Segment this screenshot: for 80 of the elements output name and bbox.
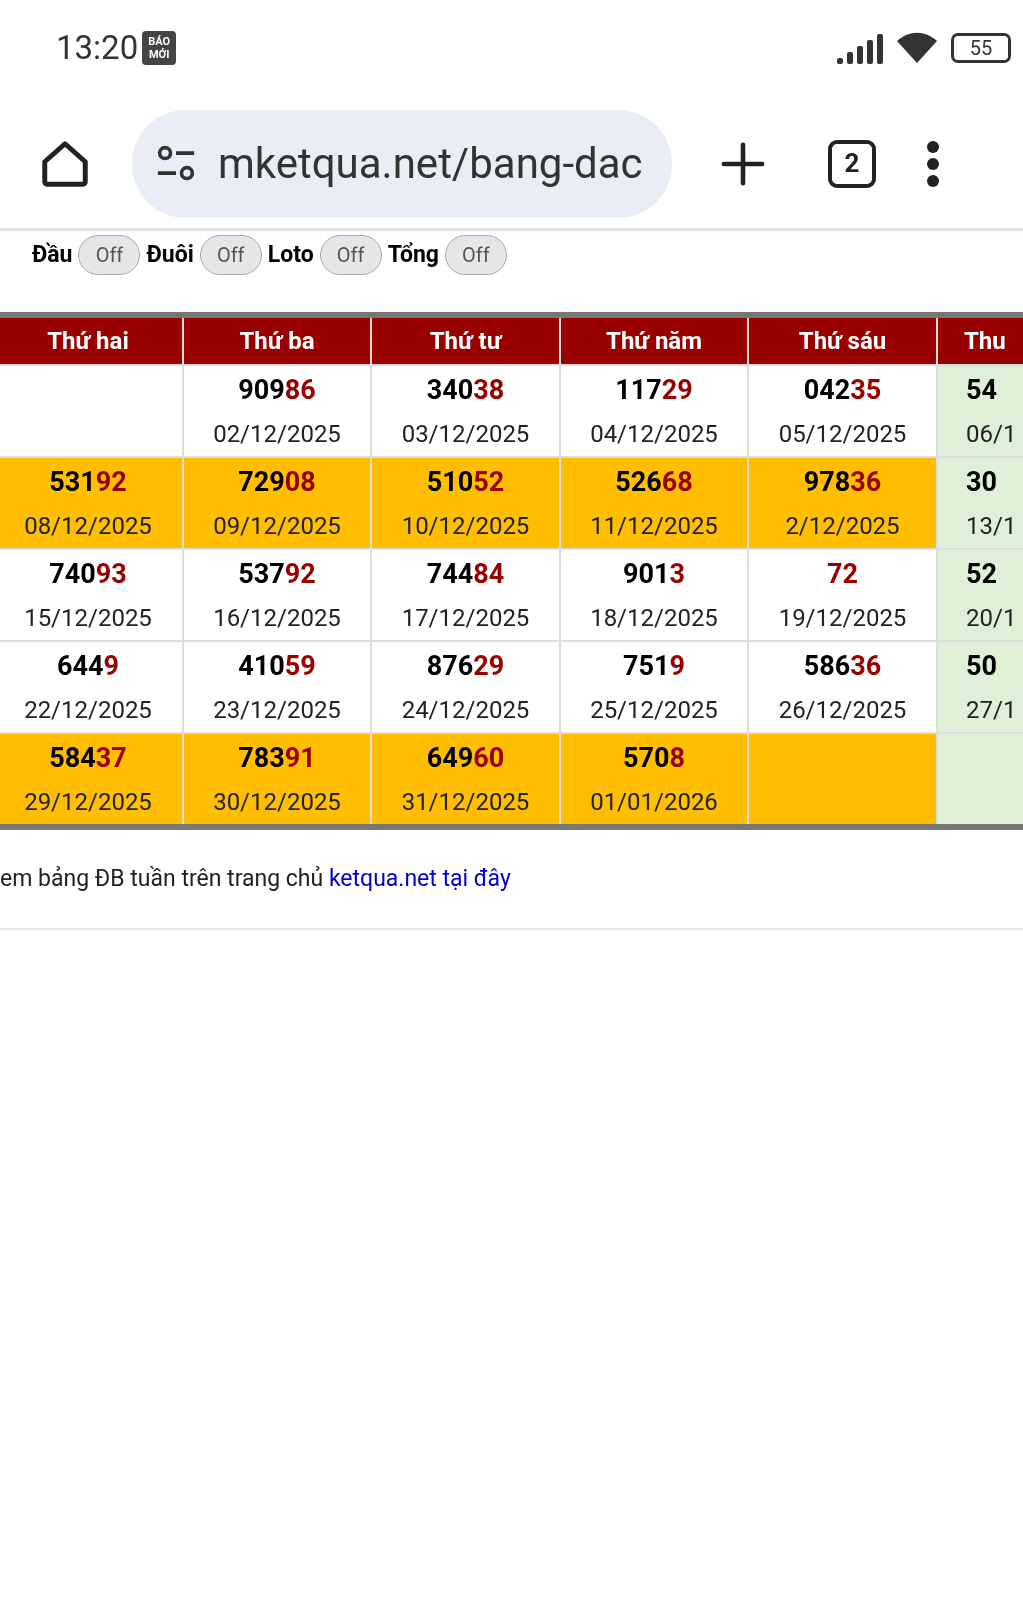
- result-date: 30/12/2025: [213, 787, 341, 819]
- toggle-switch[interactable]: Off: [319, 235, 382, 275]
- wifi-icon: [895, 31, 939, 65]
- result-number: 64960: [426, 740, 505, 776]
- column-header: Thứ ba: [184, 318, 372, 364]
- result-number: 531 92: [49, 464, 127, 500]
- result-number: 04235: [803, 372, 882, 408]
- column-header: Thứ năm: [561, 318, 749, 364]
- home-page-link[interactable]: ketqua.net tại đây: [328, 864, 511, 892]
- result-date: 17/12/2025: [401, 603, 530, 635]
- result-date: 15/12/2025: [24, 603, 152, 635]
- result-number: 53792: [238, 556, 316, 592]
- result-date: 23/12/2025: [213, 695, 341, 727]
- result-number: 41059: [238, 648, 316, 684]
- column-header: Thứ hai: [0, 318, 184, 364]
- result-number: 58636: [803, 648, 882, 684]
- result-date: 10/12/2025: [401, 511, 530, 543]
- result-number: 50: [966, 648, 997, 684]
- result-number: 9013: [623, 556, 685, 592]
- toggle-switch[interactable]: Off: [199, 235, 262, 275]
- result-number: 74484: [426, 556, 505, 592]
- signal-icon: [835, 32, 885, 64]
- result-date: 22/12/2025: [24, 695, 152, 727]
- column-header: Thứ tư: [372, 318, 561, 364]
- status-time: 13:20: [56, 27, 139, 70]
- result-number: 52: [966, 556, 997, 592]
- result-date: 06/1: [966, 419, 1017, 451]
- toggle-label: Đuôi: [146, 239, 194, 270]
- column-header: Thu: [938, 318, 1023, 364]
- result-date: 31/12/2025: [401, 787, 530, 819]
- app-badge-icon: BÁO MỚI: [142, 31, 177, 65]
- address-bar[interactable]: mketqua.net/bang-dac: [132, 109, 672, 218]
- result-number: 7519: [623, 648, 685, 684]
- toggle-label: Tổng: [387, 239, 439, 270]
- result-date: 04/12/2025: [590, 419, 718, 451]
- result-number: 6449: [57, 648, 119, 684]
- battery-icon: 55: [951, 33, 1011, 63]
- result-date: 25/12/2025: [590, 695, 718, 727]
- result-date: 26/12/2025: [778, 695, 907, 727]
- result-date: 20/1: [966, 603, 1017, 635]
- result-number: 58437: [49, 740, 127, 776]
- result-date: 18/12/2025: [590, 603, 718, 635]
- result-number: 74093: [49, 556, 127, 592]
- result-date: 2/12/2025: [785, 511, 900, 543]
- result-number: 30: [966, 464, 997, 500]
- result-number: 5708: [623, 740, 685, 776]
- url-text: mketqua.net/bang-dac: [218, 138, 643, 190]
- result-number: 52668: [615, 464, 693, 500]
- result-number: 97836: [803, 464, 882, 500]
- result-number: 11729: [615, 372, 693, 408]
- result-date: 13/1: [966, 511, 1017, 543]
- result-date: 11/12/2025: [590, 511, 718, 543]
- result-date: 27/1: [966, 695, 1017, 727]
- result-date: 09/12/2025: [213, 511, 341, 543]
- result-date: 01/01/2026: [590, 787, 718, 819]
- footer-sentence: em bảng ĐB tuần trên trang chủ ketqua.net tại đây: [0, 863, 511, 894]
- result-number: 51052: [426, 464, 505, 500]
- column-header: Thứ sáu: [749, 318, 938, 364]
- result-number: 54: [966, 372, 997, 408]
- more-menu-icon[interactable]: [926, 140, 940, 187]
- result-date: 16/12/2025: [213, 603, 341, 635]
- toggle-switch[interactable]: Off: [444, 235, 507, 275]
- toggle-label: Loto: [267, 239, 314, 270]
- result-date: 03/12/2025: [401, 419, 530, 451]
- result-number: 72: [827, 556, 858, 592]
- result-number: 72908: [238, 464, 316, 500]
- toggle-switch[interactable]: Off: [78, 235, 141, 275]
- result-number: 78391: [238, 740, 316, 776]
- toggle-label: Đầu: [32, 239, 73, 270]
- result-date: 08/12/2025: [24, 511, 152, 543]
- tab-count-button[interactable]: 2: [828, 139, 876, 188]
- result-date: 24/12/2025: [401, 695, 530, 727]
- result-number: 90986: [238, 372, 316, 408]
- result-date: 19/12/2025: [778, 603, 907, 635]
- result-number: 87629: [426, 648, 505, 684]
- result-date: 29/12/2025: [24, 787, 152, 819]
- result-number: 34038: [426, 372, 505, 408]
- result-date: 05/12/2025: [778, 419, 907, 451]
- plus-icon[interactable]: [720, 140, 766, 187]
- result-date: 02/12/2025: [213, 419, 341, 451]
